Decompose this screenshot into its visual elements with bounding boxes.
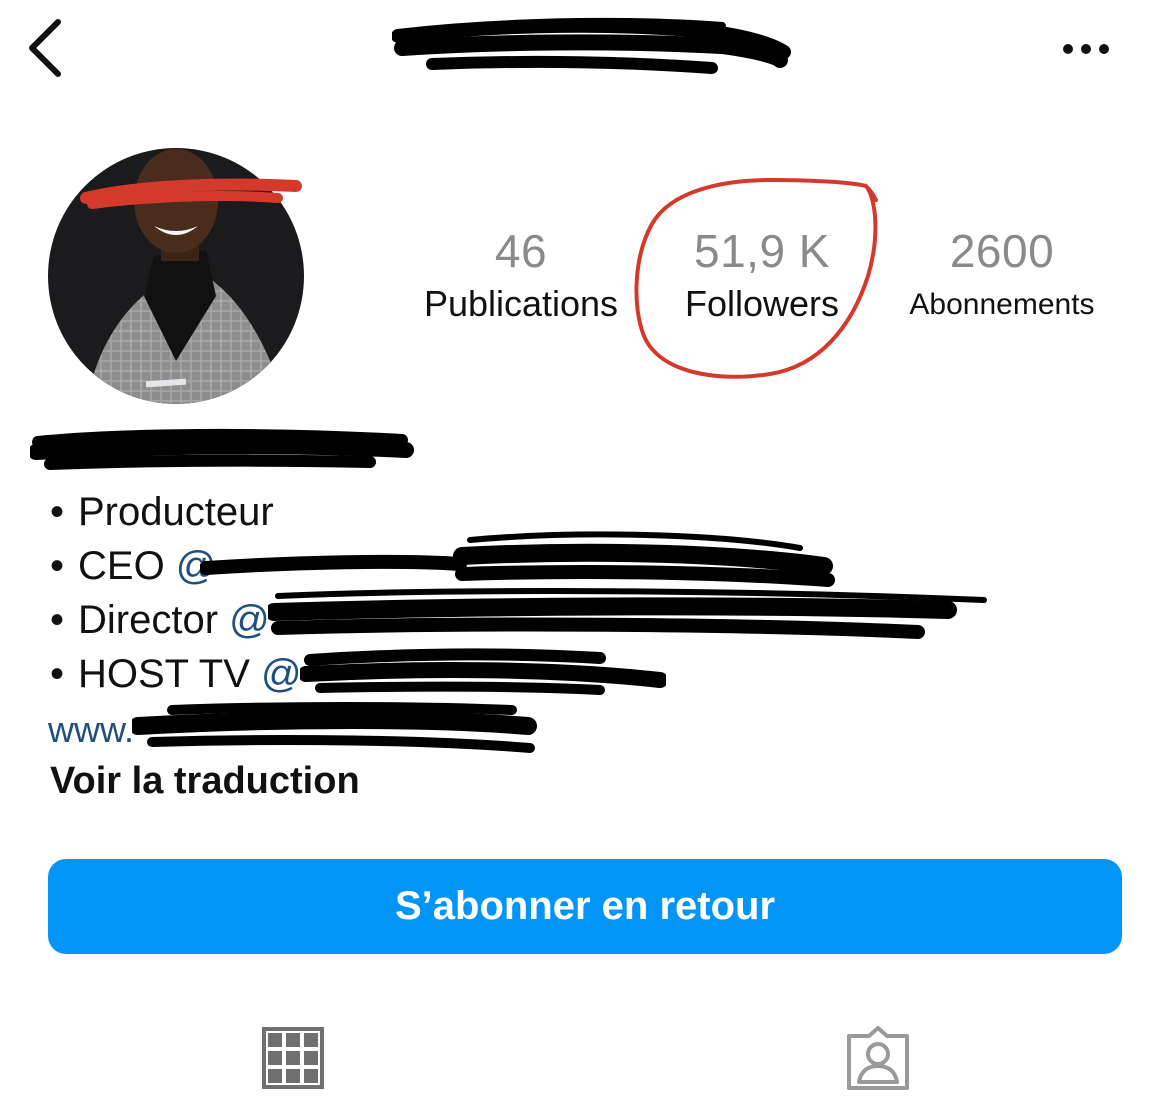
- director-mention-link[interactable]: @: [229, 598, 270, 642]
- bio-line-host: • HOST TV @: [50, 652, 302, 696]
- name-redaction: [30, 428, 414, 470]
- host-mention-link[interactable]: @: [261, 652, 302, 696]
- grid-icon[interactable]: [262, 1027, 324, 1089]
- host-mention-redaction: [300, 648, 666, 695]
- chevron-left-icon[interactable]: [22, 16, 72, 80]
- abonnements-count: 2600: [949, 225, 1055, 277]
- avatar[interactable]: [46, 146, 306, 406]
- abonnements-label: Abonnements: [909, 288, 1095, 321]
- follow-back-button[interactable]: S’abonner en retour: [48, 859, 1122, 954]
- stat-followers[interactable]: 51,9 K Followers: [662, 228, 862, 322]
- website-redaction: [132, 702, 537, 753]
- publications-count: 46: [494, 225, 548, 277]
- website-link[interactable]: www.: [48, 712, 134, 748]
- see-translation-link[interactable]: Voir la traduction: [50, 762, 360, 800]
- stat-abonnements[interactable]: 2600 Abonnements: [890, 228, 1114, 320]
- publications-label: Publications: [423, 283, 619, 324]
- bio-line-director: • Director @: [50, 598, 270, 642]
- followers-label: Followers: [684, 283, 840, 324]
- username-redaction: [392, 17, 791, 74]
- bio-line-ceo: • CEO @: [50, 544, 217, 588]
- stat-publications[interactable]: 46 Publications: [412, 228, 630, 322]
- tagged-person-icon[interactable]: [843, 1024, 913, 1092]
- more-horizontal-icon[interactable]: [1060, 38, 1112, 60]
- director-mention-redaction: [268, 588, 987, 639]
- followers-count: 51,9 K: [694, 225, 830, 277]
- profile-page: 46 Publications 51,9 K Followers 2600 Ab…: [0, 0, 1170, 1108]
